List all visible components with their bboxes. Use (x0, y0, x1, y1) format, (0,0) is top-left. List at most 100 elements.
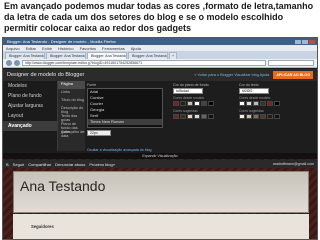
slide: Em avançado podemos mudar todas as cores… (0, 0, 320, 240)
menu-item-editar[interactable]: Editar (26, 46, 36, 51)
menu-item-favoritos[interactable]: Favoritos (80, 46, 96, 51)
nav-item-layout[interactable]: Layout (3, 111, 57, 121)
color-swatch[interactable] (208, 101, 214, 106)
forward-icon[interactable] (14, 60, 20, 66)
blogger-logo-icon: B (6, 161, 9, 167)
color-swatch[interactable] (208, 114, 214, 119)
blog-title[interactable]: Ana Testando (20, 178, 105, 194)
window-title: Blogger: Ana Testando - Designer de mode… (7, 39, 116, 44)
template-swatches (173, 101, 227, 106)
template-colors-label: Cores desde modelo (173, 96, 205, 100)
nav-item-avancado[interactable]: Avançado (3, 121, 57, 131)
advanced-sub-nav: Página Links Título do blog Descrição do… (57, 81, 85, 151)
maximize-icon[interactable] (302, 39, 308, 44)
color-swatch[interactable] (274, 114, 280, 119)
browser-tab[interactable]: Blogger: Ana Testando (5, 52, 45, 59)
sub-item-links[interactable]: Links (58, 89, 85, 97)
sub-item-texto-das-guias[interactable]: Texto das guias (58, 113, 85, 122)
menu-item-historico[interactable]: Histórico (58, 46, 74, 51)
preview-toggle-bar[interactable]: Expandir Visualização (3, 153, 317, 159)
font-label: Fonte (87, 83, 97, 87)
slide-caption: Em avançado podemos mudar todas as cores… (4, 1, 314, 33)
color-swatch[interactable] (260, 114, 266, 119)
color-swatch[interactable] (173, 101, 179, 106)
navbar-share[interactable]: Compartilhar (28, 162, 51, 167)
template-swatches (239, 101, 293, 106)
sub-item-titulo-do-blog[interactable]: Título do blog (58, 97, 85, 105)
color-swatch[interactable] (267, 114, 273, 119)
menu-item-ajuda[interactable]: Ajuda (131, 46, 141, 51)
color-swatch[interactable] (253, 101, 259, 106)
color-swatch[interactable] (194, 101, 200, 106)
sub-item-descricao-do-blog[interactable]: Descrição do blog (58, 105, 85, 114)
text-color-panel: Cor do texto #f2f2f2 Cores desde modelo … (239, 83, 293, 149)
color-swatch[interactable] (180, 114, 186, 119)
color-swatch[interactable] (246, 114, 252, 119)
color-swatch[interactable] (274, 101, 280, 106)
sub-item-cabecalho-de-data[interactable]: Cabeçalho de data (58, 129, 85, 138)
browser-tabs: Blogger: Ana Testando Blogger: Ana Testa… (3, 51, 317, 59)
color-swatch[interactable] (187, 101, 193, 106)
background-color-label: Cor do plano de fundo (173, 83, 209, 87)
navbar-follow[interactable]: Seguir (13, 162, 25, 167)
hide-advanced-preview-link[interactable]: Ocultar a visualização avançada do blog (87, 148, 152, 152)
menu-item-arquivo[interactable]: Arquivo (6, 46, 20, 51)
apply-to-blog-button[interactable]: APLICAR AO BLOG (273, 71, 313, 79)
color-swatch[interactable] (173, 114, 179, 119)
background-color-panel: Cor do plano de fundo #d5cdad Cores desd… (173, 83, 227, 149)
color-swatch[interactable] (201, 101, 207, 106)
nav-item-plano-de-fundo[interactable]: Plano de fundo (3, 91, 57, 101)
blog-sidebar-area: Seguidores (13, 214, 309, 239)
color-swatch[interactable] (180, 101, 186, 106)
search-input[interactable] (268, 60, 314, 66)
background-color-field[interactable]: #d5cdad (173, 88, 203, 94)
sub-item-pagina[interactable]: Página (58, 81, 85, 89)
font-option-selected[interactable]: Times New Roman (88, 119, 162, 125)
suggested-swatches (239, 114, 293, 119)
font-panel: Fonte Arial Cursive Courier Georgia Seri… (87, 83, 167, 149)
text-color-label: Cor do texto (239, 83, 259, 87)
back-icon[interactable] (6, 60, 12, 66)
navbar-report-abuse[interactable]: Denunciar abuso (55, 162, 85, 167)
font-size-field[interactable]: 22px (87, 130, 111, 136)
suggested-swatches (173, 114, 227, 119)
window-titlebar: Blogger: Ana Testando - Designer de mode… (3, 38, 317, 45)
blogger-navbar: B Seguir Compartilhar Denunciar abuso Pr… (3, 160, 317, 168)
color-swatch[interactable] (253, 114, 259, 119)
preview-toggle-label: Expandir Visualização (142, 154, 178, 158)
color-swatch[interactable] (260, 101, 266, 106)
address-bar[interactable]: http://www.blogger.com/template-editor.g… (22, 60, 266, 66)
browser-tab[interactable]: Blogger: Ana Testando (46, 52, 86, 59)
browser-screenshot: Blogger: Ana Testando - Designer de mode… (2, 37, 318, 240)
window-controls (295, 39, 317, 44)
color-swatch[interactable] (239, 114, 245, 119)
nav-item-ajustar-larguras[interactable]: Ajustar larguras (3, 101, 57, 111)
navbar-user-email: anatrotfmann@gmail.com (272, 162, 314, 166)
designer-links[interactable]: « Voltar para o Blogger Visualizar blog … (194, 73, 269, 77)
blog-header: Ana Testando (13, 171, 309, 213)
suggested-colors-label: Cores sugeridas (239, 109, 264, 113)
color-swatch[interactable] (246, 101, 252, 106)
color-swatch[interactable] (267, 101, 273, 106)
designer-header: Designer de modelo do Blogger « Voltar p… (3, 69, 317, 81)
new-tab-button[interactable]: + (169, 52, 177, 59)
designer-left-nav: Modelos Plano de fundo Ajustar larguras … (3, 81, 57, 151)
sidebar-gadget-title: Seguidores (31, 224, 54, 229)
browser-tab[interactable]: Blogger: Ana Testando (128, 52, 168, 59)
browser-tab-active[interactable]: Blogger: Ana Testando (87, 52, 127, 59)
color-swatch[interactable] (201, 114, 207, 119)
text-color-field[interactable]: #f2f2f2 (239, 88, 269, 94)
color-swatch[interactable] (194, 114, 200, 119)
sub-item-plano-de-fundo-das-guias[interactable]: Plano de fundo das guias (58, 121, 85, 134)
color-swatch[interactable] (187, 114, 193, 119)
blog-preview: Expandir Visualização B Seguir Compartil… (3, 153, 317, 239)
menu-item-ferramentas[interactable]: Ferramentas (102, 46, 125, 51)
menu-item-exibir[interactable]: Exibir (42, 46, 52, 51)
template-colors-label: Cores desde modelo (239, 96, 271, 100)
close-icon[interactable] (309, 39, 315, 44)
font-list[interactable]: Arial Cursive Courier Georgia Serif Time… (87, 88, 163, 128)
minimize-icon[interactable] (295, 39, 301, 44)
navbar-next-blog[interactable]: Próximo blog» (89, 162, 115, 167)
nav-item-modelos[interactable]: Modelos (3, 81, 57, 91)
color-swatch[interactable] (239, 101, 245, 106)
